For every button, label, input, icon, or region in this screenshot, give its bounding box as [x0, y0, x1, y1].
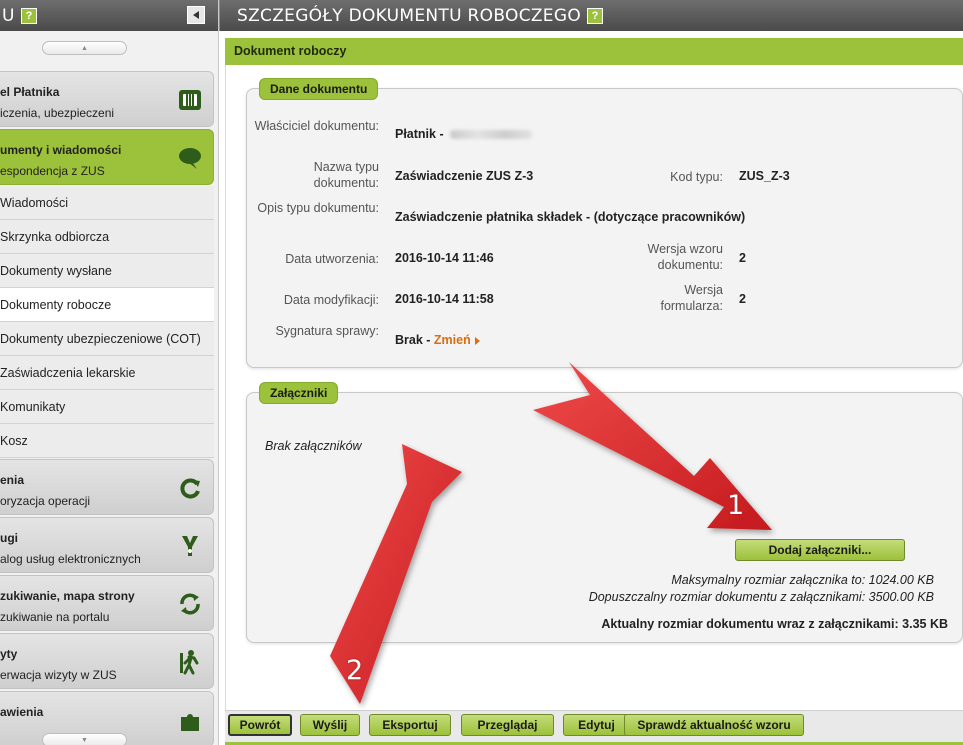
sidebar-item-dokumenty-robocze[interactable]: Dokumenty robocze	[0, 288, 214, 322]
type-name-value: Zaświadczenie ZUS Z-3	[395, 169, 534, 183]
current-document-size: Aktualny rozmiar dokumentu wraz z załącz…	[601, 617, 948, 631]
sidebar-item-komunikaty[interactable]: Komunikaty	[0, 390, 214, 424]
menu-group-uwierzytelnienia[interactable]: enia oryzacja operacji	[0, 459, 214, 515]
edit-button[interactable]: Edytuj	[563, 714, 630, 736]
max-attachment-size: Maksymalny rozmiar załącznika to: 1024.0…	[671, 573, 934, 587]
modified-value: 2016-10-14 11:58	[395, 292, 494, 306]
menu-group-title: enia	[0, 473, 25, 487]
arrow-label-2: 2	[346, 655, 364, 686]
type-name-label: Nazwa typu dokumentu:	[313, 160, 379, 190]
attachments-panel: Załączniki Brak załączników Dodaj załącz…	[246, 382, 963, 643]
no-attachments-text: Brak załączników	[265, 439, 362, 453]
main-header: SZCZEGÓŁY DOKUMENTU ROBOCZEGO ?	[219, 0, 963, 31]
browse-button[interactable]: Przeglądaj	[461, 714, 554, 736]
sidebar-item-zaswiadczenia-lekarskie[interactable]: Zaświadczenia lekarskie	[0, 356, 214, 390]
max-document-size: Dopuszczalny rozmiar dokumentu z załączn…	[588, 590, 934, 604]
template-version-value: 2	[739, 251, 746, 265]
sync-icon	[180, 593, 200, 615]
menu-group-subtitle: espondencja z ZUS	[0, 164, 105, 178]
type-code-value: ZUS_Z-3	[739, 169, 790, 183]
menu-group-title: zukiwanie, mapa strony	[0, 589, 135, 603]
section-title: Dokument roboczy	[225, 38, 963, 65]
sidebar-item-dokumenty-ubezpieczeniowe[interactable]: Dokumenty ubezpieczeniowe (COT)	[0, 322, 214, 356]
modified-label: Data modyfikacji:	[283, 293, 379, 307]
menu-group-wizyty[interactable]: yty erwacja wizyty w ZUS	[0, 633, 214, 689]
created-value: 2016-10-14 11:46	[395, 251, 494, 265]
refresh-arrow-icon	[180, 478, 200, 499]
menu-group-dokumenty[interactable]: umenty i wiadomości espondencja z ZUS	[0, 129, 214, 185]
puzzle-icon	[181, 714, 199, 731]
panel-tab-attachments: Załączniki	[259, 382, 339, 404]
menu-group-title: yty	[0, 647, 18, 661]
back-button[interactable]: Powrót	[228, 714, 292, 736]
scroll-up-button[interactable]: ▲	[42, 41, 127, 55]
speech-bubble-icon	[179, 148, 201, 169]
menu-group-title: el Płatnika	[0, 85, 60, 99]
type-code-label: Kod typu:	[670, 170, 723, 184]
document-details-panel: Dane dokumentu Właściciel dokumentu: Pła…	[246, 78, 963, 368]
sidebar: U ? ▲ el Płatnika iczenia, ubezpieczeni …	[0, 0, 219, 745]
help-icon[interactable]: ?	[587, 7, 604, 24]
change-case-link[interactable]: Zmień	[434, 333, 480, 347]
sidebar-item-skrzynka-odbiorcza[interactable]: Skrzynka odbiorcza	[0, 220, 214, 254]
sidebar-title: U	[2, 5, 15, 26]
service-tools-icon	[182, 536, 198, 556]
form-version-value: 2	[739, 292, 746, 306]
template-version-label: Wersja wzoru dokumentu:	[647, 242, 723, 272]
action-bar: Powrót Wyślij Eksportuj Przeglądaj Edytu…	[225, 710, 963, 745]
sidebar-item-dokumenty-wyslane[interactable]: Dokumenty wysłane	[0, 254, 214, 288]
archive-icon	[179, 90, 201, 110]
owner-value-text: Płatnik -	[395, 127, 444, 141]
arrow-label-1: 1	[727, 490, 745, 521]
menu-group-subtitle: iczenia, ubezpieczeni	[0, 106, 115, 120]
menu-group-subtitle: alog usług elektronicznych	[0, 552, 141, 566]
collapse-sidebar-button[interactable]	[187, 6, 205, 24]
sidebar-header: U ?	[0, 0, 218, 31]
main-content: SZCZEGÓŁY DOKUMENTU ROBOCZEGO ? Dokument…	[219, 0, 963, 745]
add-attachments-button[interactable]: Dodaj załączniki...	[735, 539, 905, 561]
redacted-owner-id	[449, 130, 532, 140]
scroll-down-button[interactable]: ▼	[42, 733, 127, 745]
page-title: SZCZEGÓŁY DOKUMENTU ROBOCZEGO	[237, 5, 582, 26]
menu-group-title: awienia	[0, 705, 44, 719]
menu-group-subtitle: zukiwanie na portalu	[0, 610, 110, 624]
sidebar-item-wiadomosci[interactable]: Wiadomości	[0, 186, 214, 220]
owner-value: Płatnik -	[395, 127, 532, 141]
case-value-text: Brak -	[395, 333, 431, 347]
menu-group-uslugi[interactable]: ugi alog usług elektronicznych	[0, 517, 214, 573]
menu-group-wyszukiwanie[interactable]: zukiwanie, mapa strony zukiwanie na port…	[0, 575, 214, 631]
sidebar-item-kosz[interactable]: Kosz	[0, 424, 214, 458]
type-desc-value: Zaświadczenie płatnika składek - (dotycz…	[395, 210, 746, 224]
panel-tab-document-data: Dane dokumentu	[259, 78, 379, 100]
case-value: Brak - Zmień	[395, 333, 480, 347]
menu-group-platnik[interactable]: el Płatnika iczenia, ubezpieczeni	[0, 71, 214, 127]
menu-group-title: ugi	[0, 531, 18, 545]
menu-group-subtitle: erwacja wizyty w ZUS	[0, 668, 117, 682]
form-version-label: Wersja formularza:	[660, 283, 723, 313]
help-icon[interactable]: ?	[20, 7, 37, 24]
case-label: Sygnatura sprawy:	[275, 324, 379, 338]
arrow-left-icon	[193, 11, 199, 19]
menu-group-subtitle: oryzacja operacji	[0, 494, 91, 508]
type-desc-label: Opis typu dokumentu:	[257, 201, 379, 215]
export-button[interactable]: Eksportuj	[369, 714, 451, 736]
owner-label: Właściciel dokumentu:	[254, 119, 379, 133]
walking-person-icon	[180, 650, 199, 675]
created-label: Data utworzenia:	[285, 252, 379, 266]
check-template-button[interactable]: Sprawdź aktualność wzoru	[624, 714, 804, 736]
menu-group-title: umenty i wiadomości	[0, 143, 122, 157]
send-button[interactable]: Wyślij	[300, 714, 360, 736]
